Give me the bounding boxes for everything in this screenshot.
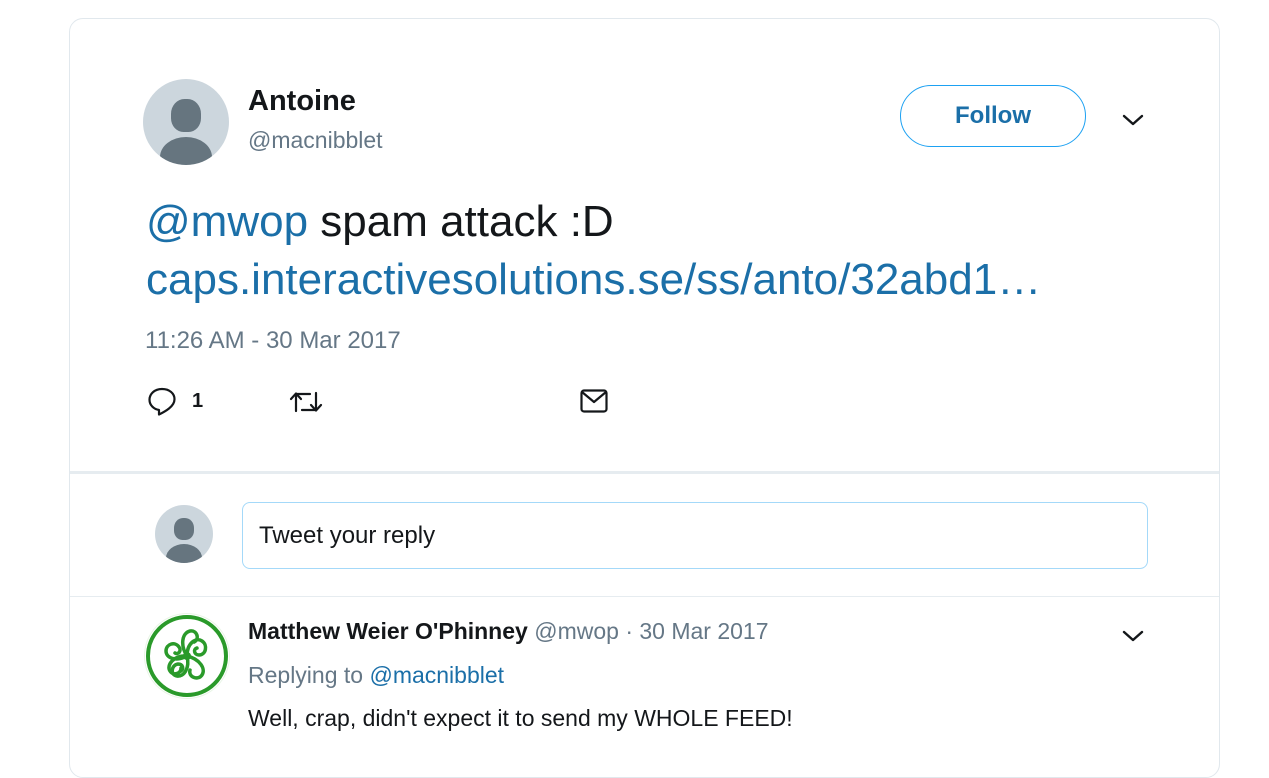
mention-link[interactable]: @mwop bbox=[146, 197, 308, 246]
reply-meta: Matthew Weier O'Phinney @mwop · 30 Mar 2… bbox=[248, 618, 769, 645]
author-avatar[interactable] bbox=[143, 79, 229, 165]
meta-separator: · bbox=[625, 618, 633, 644]
mail-icon bbox=[580, 389, 608, 413]
tweet-body: spam attack :D bbox=[308, 197, 614, 246]
retweet-action[interactable] bbox=[288, 387, 324, 417]
tweet-card: Antoine @macnibblet Follow @mwop spam at… bbox=[69, 18, 1220, 778]
reply-date[interactable]: 30 Mar 2017 bbox=[639, 618, 768, 644]
tweet-timestamp[interactable]: 11:26 AM - 30 Mar 2017 bbox=[145, 327, 401, 355]
chevron-down-icon[interactable] bbox=[1120, 111, 1146, 129]
reply-input[interactable]: Tweet your reply bbox=[242, 502, 1148, 569]
replying-prefix: Replying to bbox=[248, 662, 364, 688]
tweet-text: @mwop spam attack :D caps.interactivesol… bbox=[146, 193, 1041, 309]
reply-count: 1 bbox=[192, 389, 204, 412]
reply-author-avatar[interactable] bbox=[144, 613, 230, 699]
celtic-knot-icon bbox=[145, 614, 229, 698]
replying-handle-link[interactable]: @macnibblet bbox=[369, 662, 504, 688]
reply-action[interactable]: 1 bbox=[146, 385, 203, 417]
replying-to: Replying to @macnibblet bbox=[248, 662, 504, 689]
author-name[interactable]: Antoine bbox=[248, 85, 356, 118]
tweet-url-link[interactable]: caps.interactivesolutions.se/ss/anto/32a… bbox=[146, 251, 1041, 309]
reply-chevron-down-icon[interactable] bbox=[1120, 627, 1146, 645]
reply-author-name[interactable]: Matthew Weier O'Phinney bbox=[248, 618, 528, 644]
reply-author-handle[interactable]: @mwop bbox=[534, 618, 619, 644]
message-action[interactable] bbox=[579, 387, 609, 415]
reply-text: Well, crap, didn't expect it to send my … bbox=[248, 705, 793, 731]
composer-divider bbox=[70, 596, 1219, 597]
author-handle[interactable]: @macnibblet bbox=[248, 127, 383, 154]
follow-button[interactable]: Follow bbox=[900, 85, 1086, 147]
section-divider bbox=[70, 471, 1219, 474]
composer-avatar[interactable] bbox=[155, 505, 213, 563]
retweet-icon bbox=[289, 391, 323, 413]
reply-icon bbox=[148, 387, 176, 416]
reply-input-placeholder: Tweet your reply bbox=[259, 521, 436, 549]
